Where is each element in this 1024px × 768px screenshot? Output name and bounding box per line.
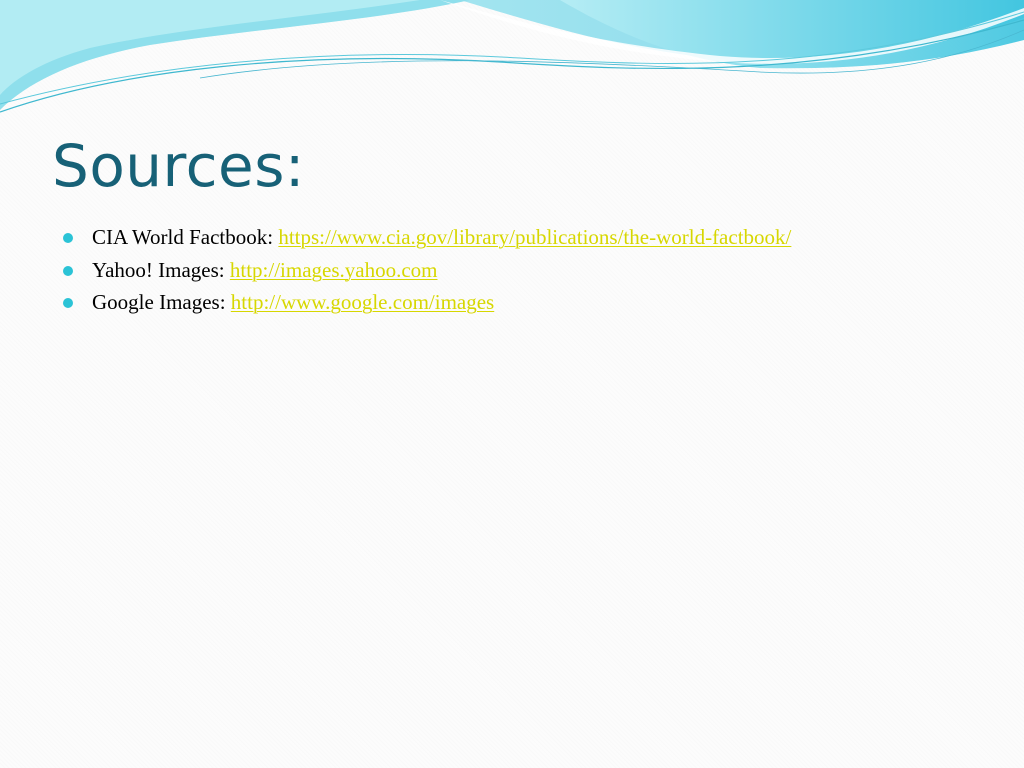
bullet-dot-icon xyxy=(63,298,73,308)
decorative-wave-banner xyxy=(0,0,1024,113)
source-link[interactable]: http://images.yahoo.com xyxy=(230,258,438,282)
source-label: CIA World Factbook: xyxy=(92,225,279,249)
source-label: Google Images: xyxy=(92,290,231,314)
bullet-text: CIA World Factbook: https://www.cia.gov/… xyxy=(92,221,791,253)
source-link[interactable]: http://www.google.com/images xyxy=(231,290,494,314)
bullet-dot-icon xyxy=(63,233,73,243)
bullet-dot-icon xyxy=(63,265,73,276)
slide-title: Sources: xyxy=(52,132,305,200)
bullet-text: Google Images: http://www.google.com/ima… xyxy=(92,286,494,318)
source-link[interactable]: https://www.cia.gov/library/publications… xyxy=(278,225,791,249)
slide: Sources: CIA World Factbook: https://www… xyxy=(0,0,1024,768)
bullet-text: Yahoo! Images: http://images.yahoo.com xyxy=(92,254,438,286)
source-label: Yahoo! Images: xyxy=(92,257,230,282)
